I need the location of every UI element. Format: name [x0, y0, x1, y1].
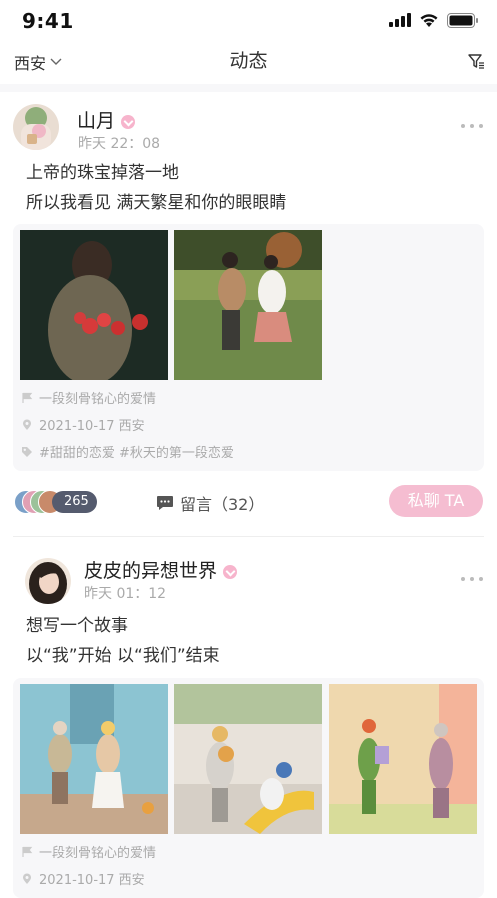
page-title: 动态 [229, 50, 268, 72]
avatar[interactable] [25, 558, 71, 604]
post-detail-card: 一段刻骨铭心的爱情 2021-10-17 西安 #甜甜的恋爱 #秋天的第一段恋爱 [13, 224, 484, 471]
post-image[interactable] [329, 684, 477, 834]
post-divider [13, 536, 484, 537]
topic-label: 一段刻骨铭心的爱情 [39, 392, 157, 407]
avatar[interactable] [13, 104, 59, 150]
username[interactable]: 山月 [77, 106, 136, 133]
post-text-line: 上帝的珠宝掉落一地 [26, 163, 179, 183]
more-icon[interactable] [461, 577, 483, 583]
signal-icon [389, 13, 411, 27]
post-text: 想写一个故事 以“我”开始 以“我们”结束 [26, 611, 220, 671]
status-icons [389, 10, 479, 30]
post-detail-card: 一段刻骨铭心的爱情 2021-10-17 西安 [13, 678, 484, 898]
filter-icon[interactable] [467, 52, 485, 70]
post-date-location: 2021-10-17 西安 [21, 415, 145, 434]
post-time: 昨天 22：08 [78, 136, 161, 152]
post-time: 昨天 01：12 [84, 586, 167, 602]
verified-icon [121, 114, 136, 129]
username[interactable]: 皮皮的异想世界 [84, 556, 238, 583]
like-count: 265 [64, 494, 89, 509]
wifi-icon [420, 13, 438, 27]
verified-icon [223, 564, 238, 579]
post-image[interactable] [20, 230, 168, 380]
location-icon [23, 419, 31, 430]
date-location-label: 2021-10-17 西安 [39, 873, 145, 888]
comment-button[interactable]: 留言（32） [156, 491, 264, 515]
tag-icon [22, 446, 32, 457]
status-bar: 9:41 [0, 0, 497, 40]
private-chat-button[interactable]: 私聊 TA [389, 485, 483, 517]
post-image[interactable] [174, 684, 322, 834]
comment-label: 留言（32） [180, 495, 265, 514]
date-location-label: 2021-10-17 西安 [39, 419, 145, 434]
comment-icon [157, 496, 173, 510]
post-card: 山月 昨天 22：08 上帝的珠宝掉落一地 所以我看见 满天繁星和你的眼眼睛 一… [0, 92, 497, 537]
flag-icon [22, 846, 33, 857]
post-image[interactable] [20, 684, 168, 834]
topic-label: 一段刻骨铭心的爱情 [39, 846, 157, 861]
username-text: 山月 [77, 110, 116, 132]
post-date-location: 2021-10-17 西安 [21, 869, 145, 888]
username-text: 皮皮的异想世界 [84, 560, 218, 582]
like-count-badge: 265 ·· [52, 491, 97, 531]
tags-label: #甜甜的恋爱 #秋天的第一段恋爱 [39, 446, 234, 461]
post-topic[interactable]: 一段刻骨铭心的爱情 [21, 388, 156, 407]
battery-icon [447, 12, 478, 28]
post-text-line: 以“我”开始 以“我们”结束 [26, 646, 220, 666]
post-text: 上帝的珠宝掉落一地 所以我看见 满天繁星和你的眼眼睛 [26, 158, 286, 218]
post-tags[interactable]: #甜甜的恋爱 #秋天的第一段恋爱 [21, 442, 234, 461]
post-text-line: 想写一个故事 [26, 616, 128, 636]
nav-bar: 西安 动态 [0, 40, 497, 84]
flag-icon [22, 392, 33, 403]
more-icon[interactable] [461, 124, 483, 130]
post-image[interactable] [174, 230, 322, 380]
status-time: 9:41 [22, 9, 74, 33]
header-divider [0, 84, 497, 92]
post-topic[interactable]: 一段刻骨铭心的爱情 [21, 842, 156, 861]
post-text-line: 所以我看见 满天繁星和你的眼眼睛 [26, 193, 287, 213]
post-card: 皮皮的异想世界 昨天 01：12 想写一个故事 以“我”开始 以“我们”结束 一… [0, 548, 497, 898]
post-actions: 265 ·· 留言（32） 私聊 TA [0, 482, 497, 531]
